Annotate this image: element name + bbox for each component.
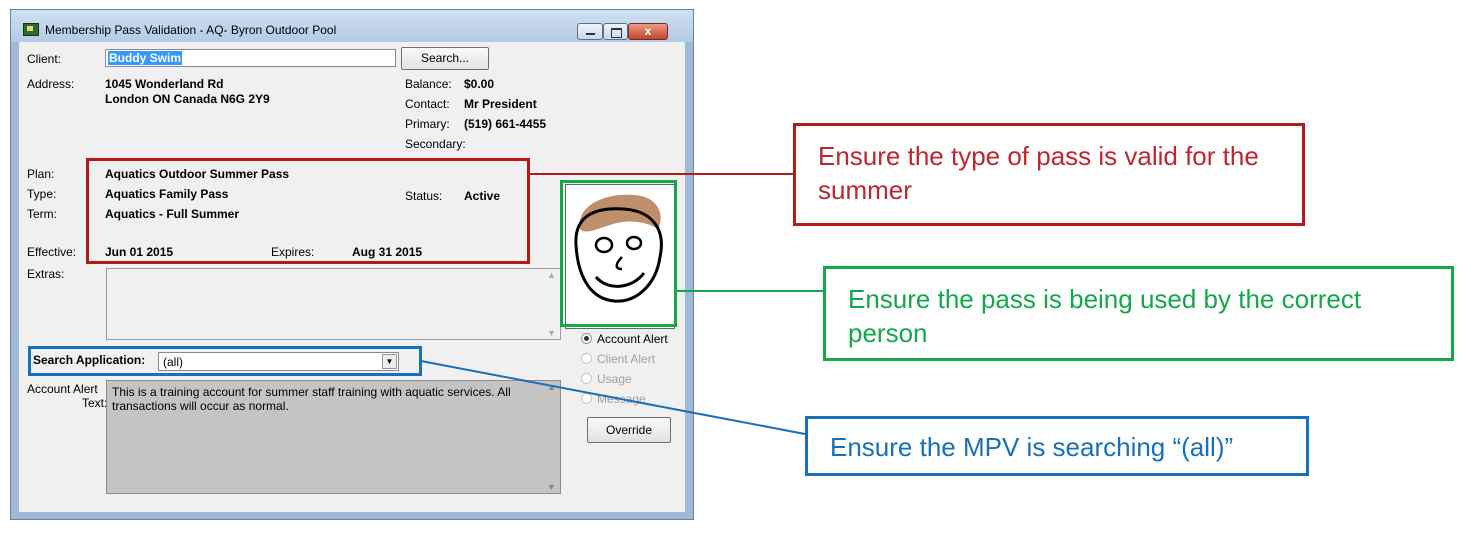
- red-callout: Ensure the type of pass is valid for the…: [793, 123, 1305, 226]
- search-application-highlight: [28, 346, 422, 376]
- blue-callout: Ensure the MPV is searching “(all)”: [805, 416, 1309, 476]
- pass-details-highlight: [86, 158, 530, 264]
- blue-connector: [420, 360, 806, 435]
- green-callout: Ensure the pass is being used by the cor…: [823, 266, 1454, 361]
- photo-highlight: [560, 180, 677, 327]
